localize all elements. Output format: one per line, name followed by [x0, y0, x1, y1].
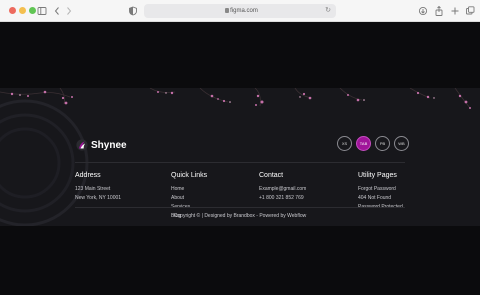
tab-overview-icon[interactable]: [465, 4, 475, 18]
utility-pages-column: Utility Pages Forgot Password 404 Not Fo…: [358, 171, 403, 212]
address-bar[interactable]: figma.com ↻: [144, 4, 336, 18]
footer-divider-top: [75, 162, 405, 163]
address-title: Address: [75, 172, 101, 179]
reload-icon[interactable]: ↻: [325, 4, 331, 18]
utility-pages-title: Utility Pages: [358, 172, 397, 179]
close-window-button[interactable]: [9, 7, 16, 14]
share-icon[interactable]: [434, 4, 444, 18]
site-footer: Shynee XS TAB PB WB Address 123 Main Str…: [0, 88, 480, 226]
size-option-xs[interactable]: XS: [337, 136, 352, 151]
back-icon[interactable]: [53, 4, 61, 18]
brand[interactable]: Shynee: [76, 138, 127, 152]
contact-column: Contact Example@gmail.com +1 800 321 852…: [259, 171, 306, 203]
download-icon[interactable]: [418, 4, 428, 18]
brand-logo-icon: [76, 139, 88, 151]
contact-title: Contact: [259, 172, 284, 179]
contact-email-link[interactable]: Example@gmail.com: [259, 185, 306, 194]
size-switcher: XS TAB PB WB: [337, 136, 409, 151]
utility-link-404[interactable]: 404 Not Found: [358, 194, 403, 203]
address-line: 123 Main Street: [75, 186, 111, 192]
copyright-text: Copyright © | Designed by Brandbox - Pow…: [173, 213, 307, 219]
minimize-window-button[interactable]: [19, 7, 26, 14]
cherry-blossom-branches: [0, 88, 471, 109]
quick-links-title: Quick Links: [171, 172, 208, 179]
quick-link-about[interactable]: About: [171, 194, 207, 203]
size-option-pb[interactable]: PB: [375, 136, 390, 151]
contact-phone-link[interactable]: +1 800 321 852 769: [259, 194, 306, 203]
sidebar-toggle-icon[interactable]: [37, 4, 47, 18]
address-bar-text: figma.com: [230, 8, 258, 14]
footer-divider-bottom: [75, 207, 405, 208]
size-option-tab[interactable]: TAB: [356, 136, 371, 151]
forward-icon[interactable]: [65, 4, 73, 18]
address-column: Address 123 Main Street New York, NY 100…: [75, 171, 121, 203]
size-option-wb[interactable]: WB: [394, 136, 409, 151]
quick-link-home[interactable]: Home: [171, 185, 207, 194]
browser-toolbar: figma.com ↻: [0, 0, 480, 22]
utility-link-forgot-password[interactable]: Forgot Password: [358, 185, 403, 194]
brand-name: Shynee: [91, 139, 127, 151]
privacy-shield-icon[interactable]: [128, 4, 138, 18]
zoom-window-button[interactable]: [29, 7, 36, 14]
new-tab-icon[interactable]: [450, 4, 460, 18]
address-line: New York, NY 10001: [75, 195, 122, 201]
page-viewport: Shynee XS TAB PB WB Address 123 Main Str…: [0, 23, 480, 295]
